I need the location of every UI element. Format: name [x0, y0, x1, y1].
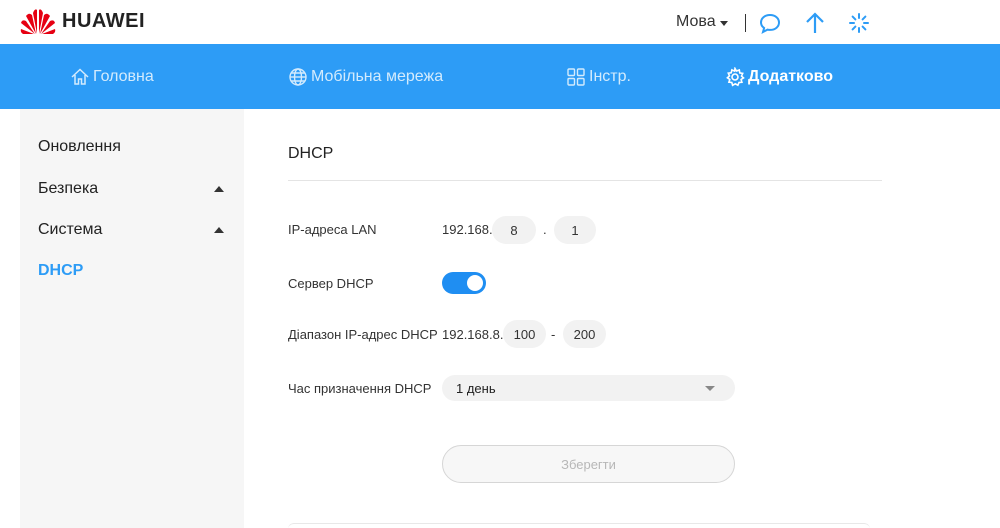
dhcp-range-label: Діапазон IP-адрес DHCP: [288, 327, 438, 342]
chevron-down-icon: [719, 20, 728, 26]
lan-ip-prefix: 192.168.: [442, 222, 493, 237]
dhcp-server-toggle[interactable]: [442, 272, 486, 294]
dhcp-range-end-input[interactable]: [563, 320, 606, 348]
title-divider: [288, 180, 882, 181]
home-icon: [71, 67, 89, 85]
dhcp-range-separator: -: [551, 327, 556, 342]
dhcp-server-label: Сервер DHCP: [288, 276, 374, 291]
sidebar-item-dhcp[interactable]: DHCP: [38, 259, 228, 283]
dhcp-lease-time-value: 1 день: [456, 381, 496, 396]
nav-item-label: Інстр.: [589, 67, 631, 85]
nav-item-mobile-network[interactable]: Мобільна мережа: [288, 44, 443, 109]
language-selector[interactable]: Мова: [676, 13, 728, 31]
nav-item-label: Мобільна мережа: [311, 67, 444, 85]
loading-spinner-icon: [849, 13, 869, 33]
nav-item-label: Головна: [93, 67, 154, 85]
nav-item-advanced[interactable]: Додатково: [725, 44, 833, 109]
nav-item-label: Додатково: [748, 67, 834, 85]
page-title: DHCP: [288, 145, 334, 162]
dhcp-lease-time-select[interactable]: 1 день: [442, 375, 735, 401]
globe-icon: [289, 67, 307, 86]
huawei-petals-icon: [20, 9, 56, 34]
sidebar-item-label: Оновлення: [38, 138, 121, 155]
nav-item-tools[interactable]: Інстр.: [566, 44, 631, 109]
expand-arrow-icon: [214, 227, 224, 233]
gear-icon: [726, 66, 745, 86]
toggle-knob: [467, 275, 483, 291]
sidebar-item-label: Безпека: [38, 180, 99, 197]
main-navigation: Головна Мобільна мережа Інстр. Додатково: [0, 44, 1000, 109]
dhcp-lease-time-label: Час призначення DHCP: [288, 381, 432, 396]
save-button[interactable]: Зберегти: [442, 445, 735, 483]
top-bar: HUAWEI Мова: [0, 0, 1000, 44]
next-section-edge: [288, 523, 870, 528]
language-label: Мова: [676, 13, 716, 30]
lan-ip-octet4-input[interactable]: [554, 216, 596, 244]
sidebar-item-label: DHCP: [38, 262, 84, 279]
expand-arrow-icon: [214, 186, 224, 192]
huawei-logo[interactable]: HUAWEI: [20, 6, 145, 36]
message-icon[interactable]: [758, 11, 782, 35]
sidebar-item-label: Система: [38, 221, 103, 238]
sidebar-item-system[interactable]: Система: [38, 218, 228, 242]
dhcp-range-start-input[interactable]: [503, 320, 546, 348]
sidebar-item-update[interactable]: Оновлення: [38, 135, 228, 159]
upload-arrow-icon[interactable]: [803, 11, 827, 35]
brand-name: HUAWEI: [62, 9, 145, 32]
lan-ip-octet3-input[interactable]: [492, 216, 536, 244]
tools-grid-icon: [567, 67, 585, 86]
nav-item-home[interactable]: Головна: [70, 44, 154, 109]
header-divider: [745, 14, 746, 32]
lan-ip-label: IP-адреса LAN: [288, 222, 377, 237]
lan-ip-separator: .: [543, 222, 547, 237]
chevron-down-icon: [705, 386, 715, 391]
sidebar: Оновлення Безпека Система DHCP: [20, 109, 244, 528]
sidebar-item-security[interactable]: Безпека: [38, 177, 228, 201]
dhcp-range-prefix: 192.168.8.: [442, 327, 504, 342]
